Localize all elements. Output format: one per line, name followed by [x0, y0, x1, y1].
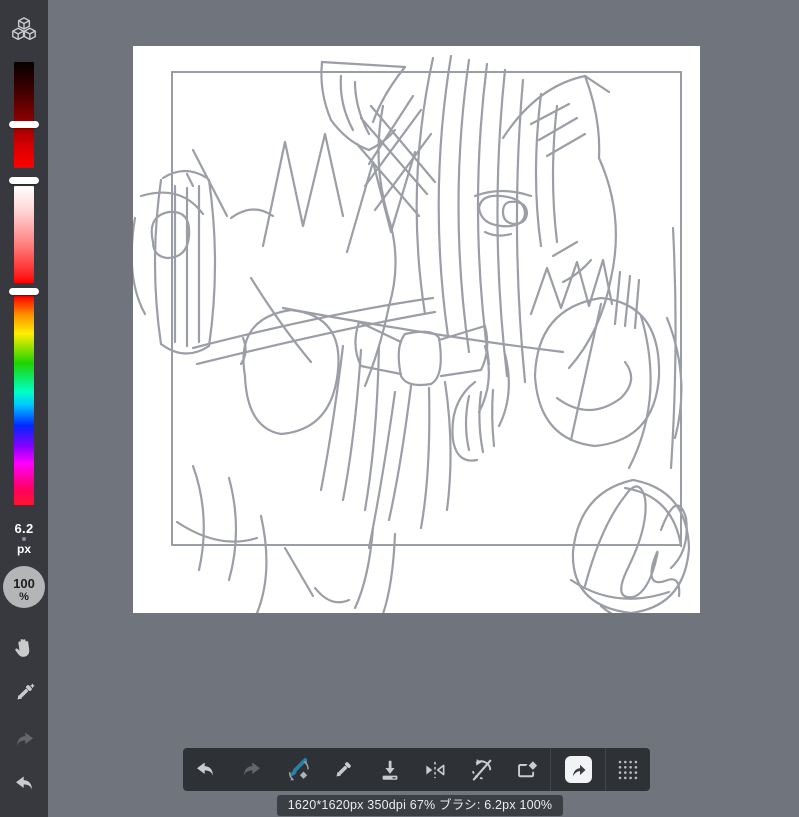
- redo-icon: [244, 762, 261, 776]
- saturation-slider-track[interactable]: [14, 186, 34, 283]
- hue-slider-track[interactable]: [14, 296, 34, 505]
- flip-horizontal-button[interactable]: [413, 748, 459, 791]
- brush-size-unit: px: [16, 542, 31, 556]
- value-slider-track[interactable]: [14, 62, 34, 168]
- flip-horizontal-icon: [426, 761, 445, 778]
- sidebar-undo-button[interactable]: [11, 772, 37, 796]
- share-button-background: [564, 756, 592, 783]
- dock-grid-icon: [618, 760, 638, 779]
- rotate-disabled-icon: [471, 759, 492, 781]
- share-button[interactable]: [551, 748, 605, 791]
- status-bar-text: 1620*1620px 350dpi 67% ブラシ: 6.2px 100%: [287, 798, 553, 812]
- rotate-reset-button[interactable]: [458, 748, 504, 791]
- brush-size-display[interactable]: 6.2 px: [0, 521, 48, 556]
- eyedropper-icon: [336, 762, 351, 777]
- sketch-artwork: [133, 54, 691, 613]
- saturation-slider-handle[interactable]: [9, 177, 39, 184]
- blocks-tool-button[interactable]: [10, 14, 38, 44]
- share-icon: [573, 764, 586, 776]
- brush-eraser-toggle-button[interactable]: [275, 748, 321, 791]
- pencil-sketch-strokes: [133, 54, 691, 613]
- status-bar: 1620*1620px 350dpi 67% ブラシ: 6.2px 100%: [277, 795, 563, 816]
- redo-icon: [16, 732, 33, 746]
- redo-button[interactable]: [229, 748, 275, 791]
- sidebar-redo-button[interactable]: [11, 728, 37, 752]
- undo-icon: [197, 762, 214, 776]
- zoom-level-button[interactable]: 100 %: [3, 566, 45, 608]
- bottom-toolbar: [183, 748, 650, 791]
- save-button[interactable]: [367, 748, 413, 791]
- left-sidebar: 6.2 px 100 %: [0, 0, 48, 817]
- eyedropper-icon: [17, 682, 35, 699]
- save-icon: [382, 760, 397, 780]
- zoom-unit: %: [19, 591, 29, 603]
- dock-grid-button[interactable]: [606, 748, 650, 791]
- paint-app-window: { "colors": { "bg_main": "#70747d", "bg_…: [0, 0, 799, 817]
- brush-size-preview-dot: [22, 537, 26, 541]
- clear-canvas-icon: [517, 758, 540, 778]
- undo-icon: [15, 776, 32, 790]
- eyedropper-button[interactable]: [321, 748, 367, 791]
- brush-size-value: 6.2: [14, 521, 34, 536]
- hand-tool-button[interactable]: [10, 632, 38, 662]
- sidebar-eyedropper-button[interactable]: [11, 678, 37, 706]
- brush-eraser-toggle-icon: [288, 757, 309, 781]
- clear-canvas-button[interactable]: [504, 748, 550, 791]
- blocks-icon: [12, 17, 36, 41]
- hand-icon: [14, 638, 29, 657]
- drawing-canvas[interactable]: [133, 46, 700, 613]
- hue-slider-handle[interactable]: [9, 288, 39, 295]
- value-slider-handle[interactable]: [9, 121, 39, 128]
- undo-button[interactable]: [183, 748, 229, 791]
- zoom-value: 100: [13, 576, 35, 591]
